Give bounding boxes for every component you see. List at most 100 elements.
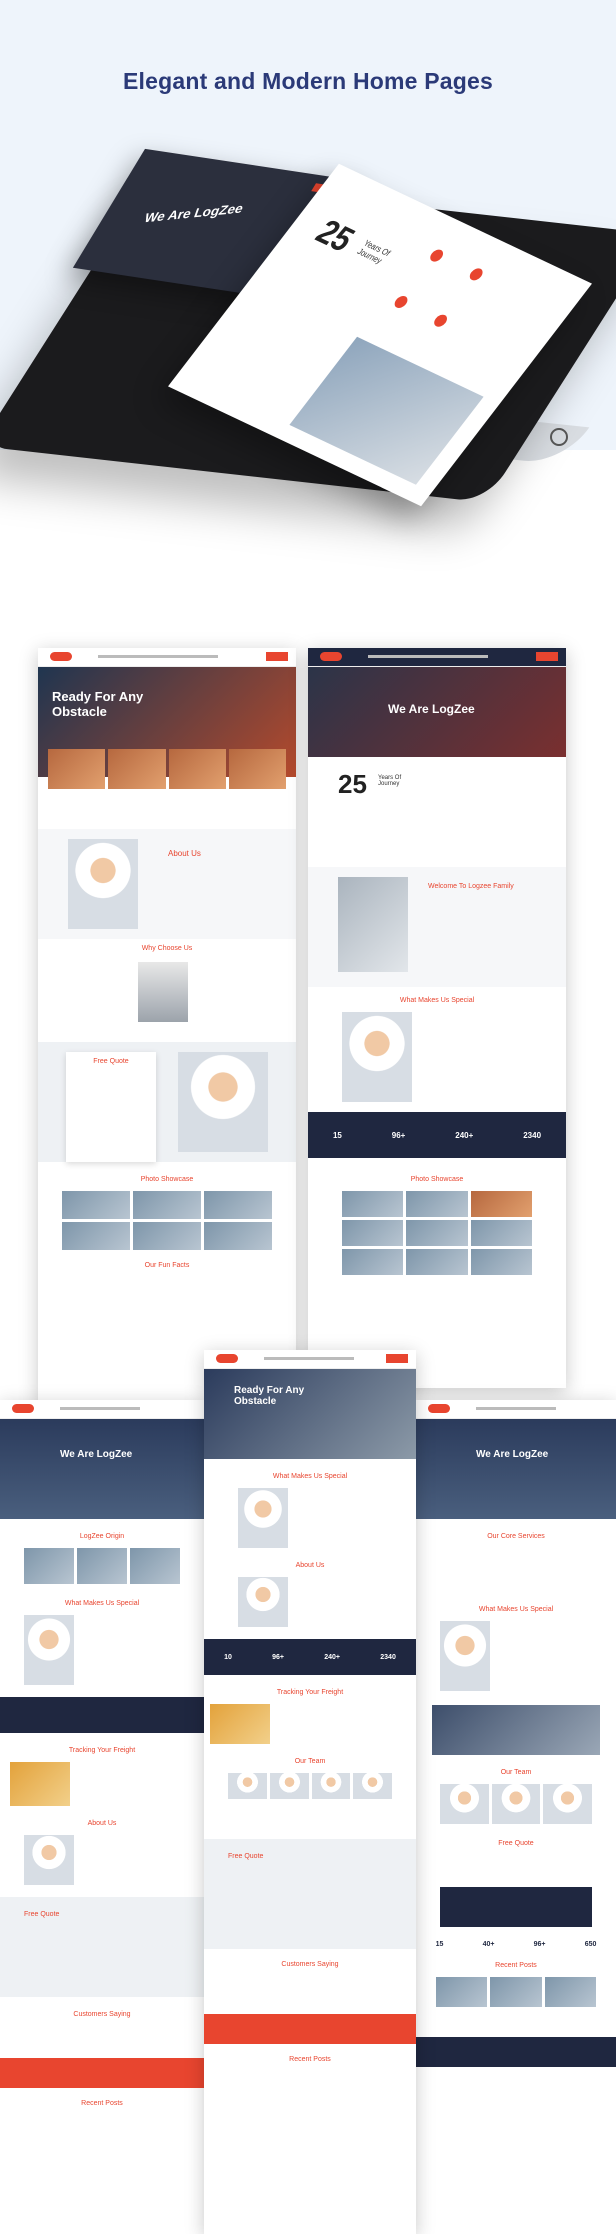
why-title: Why Choose Us	[141, 945, 193, 952]
forklift-image	[10, 1762, 70, 1806]
stats-row: 15 40+ 96+ 650	[416, 1941, 616, 1948]
quote-button	[536, 652, 558, 661]
about-title: About Us	[87, 1820, 117, 1827]
site-header	[308, 648, 566, 667]
hero-title: We Are LogZee	[476, 1449, 549, 1460]
team-title: Our Team	[500, 1769, 532, 1776]
testimonials-title: Customers Saying	[73, 2011, 131, 2018]
team-grid	[440, 1784, 592, 1824]
stat-value: 240+	[324, 1653, 341, 1661]
hero-title: We Are LogZee	[60, 1449, 133, 1460]
posts-grid	[436, 1977, 596, 2007]
why-section	[38, 952, 296, 1042]
hero-title: Ready For Any Obstacle	[234, 1385, 305, 1407]
service-cards	[48, 749, 286, 789]
stats-bar: 10 96+ 240+ 2340	[204, 1639, 416, 1675]
quote-title: Free Quote	[498, 1840, 534, 1847]
feature-icon	[467, 266, 486, 283]
worker-photo	[342, 1012, 412, 1102]
about-section: About Us	[38, 829, 296, 939]
manager-photo	[24, 1615, 74, 1685]
years-label: Years Of Journey	[355, 238, 393, 266]
origin-title: LogZee Origin	[79, 1533, 125, 1540]
site-header	[0, 1400, 204, 1419]
logo-icon	[428, 1404, 450, 1413]
team-title: Our Team	[294, 1758, 326, 1765]
forklift-image	[210, 1704, 270, 1744]
page-headline: Elegant and Modern Home Pages	[122, 68, 494, 94]
logo-icon	[320, 652, 342, 661]
quote-button	[266, 652, 288, 661]
services-title: Our Core Services	[487, 1533, 545, 1540]
showcase-title: Photo Showcase	[410, 1176, 464, 1183]
about-photo	[238, 1577, 288, 1627]
site-header	[416, 1400, 616, 1419]
newsletter-box	[440, 1887, 592, 1927]
facts-title: Our Fun Facts	[144, 1262, 190, 1269]
journey-section: 25 Years Of Journey	[308, 757, 566, 867]
service-card	[48, 749, 106, 789]
homepage-mock-2: We Are LogZee 25 Years Of Journey Welcom…	[308, 648, 566, 1388]
hero-section: We Are LogZee	[416, 1419, 616, 1519]
home-button-icon	[550, 428, 568, 446]
service-card	[108, 749, 166, 789]
quote-title: Free Quote	[24, 1911, 60, 1918]
logo-icon	[216, 1354, 238, 1363]
feature-icon	[392, 294, 411, 310]
feature-icon	[431, 312, 450, 329]
quote-title: Free Quote	[93, 1058, 129, 1065]
quote-form: Free Quote	[66, 1052, 156, 1162]
stat-value: 96+	[391, 1130, 406, 1140]
quote-section: Free Quote	[38, 1042, 296, 1162]
welcome-section: Welcome To Logzee Family	[308, 867, 566, 987]
quote-title: Free Quote	[228, 1853, 264, 1860]
stats-bar	[0, 1697, 204, 1733]
special-title: What Makes Us Special	[272, 1473, 348, 1480]
service-card	[168, 749, 226, 789]
stat-value: 240+	[455, 1130, 474, 1140]
stat-value: 10	[224, 1653, 232, 1661]
about-title: About Us	[168, 849, 201, 858]
showcase-title: Photo Showcase	[140, 1176, 194, 1183]
floating-page-title: We Are LogZee	[142, 200, 246, 226]
site-header	[204, 1350, 416, 1369]
stat-value: 40+	[482, 1941, 495, 1948]
quote-button	[386, 1354, 408, 1363]
nav-menu	[60, 1407, 140, 1410]
logo-icon	[12, 1404, 34, 1413]
nav-menu	[98, 655, 218, 658]
site-header	[38, 648, 296, 667]
nav-menu	[368, 655, 488, 658]
tracking-title: Tracking Your Freight	[276, 1689, 344, 1696]
truck-image	[138, 962, 188, 1022]
quote-section: Free Quote	[0, 1897, 204, 1997]
stat-value: 2340	[380, 1653, 396, 1661]
warehouse-photo	[338, 877, 408, 972]
homepage-mock-1: Ready For Any Obstacle About Us Why Choo…	[38, 648, 296, 1408]
homepage-mock-5: We Are LogZee Our Core Services What Mak…	[416, 1400, 616, 2234]
stats-bar: 15 96+ 240+ 2340	[308, 1112, 566, 1158]
homepage-mock-4: Ready For Any Obstacle What Makes Us Spe…	[204, 1350, 416, 2234]
worker-photo	[68, 839, 138, 929]
special-title: What Makes Us Special	[478, 1606, 554, 1613]
freight-image	[432, 1705, 600, 1755]
nav-menu	[476, 1407, 556, 1410]
quote-section: Free Quote	[204, 1839, 416, 1949]
footer-bar	[416, 2037, 616, 2067]
years-label: Years Of Journey	[378, 775, 402, 787]
cta-banner	[0, 2058, 204, 2088]
hero-title: Ready For Any Obstacle	[52, 689, 144, 719]
posts-title: Recent Posts	[81, 2100, 123, 2107]
stat-value: 96+	[272, 1653, 285, 1661]
feature-icon	[427, 247, 446, 264]
years-number: 25	[308, 212, 363, 259]
woman-photo	[178, 1052, 268, 1152]
logo-icon	[50, 652, 72, 661]
tracking-title: Tracking Your Freight	[68, 1747, 136, 1754]
homepage-mock-3: We Are LogZee LogZee Origin What Makes U…	[0, 1400, 204, 2234]
worker-photo	[238, 1488, 288, 1548]
team-grid	[228, 1773, 392, 1799]
posts-title: Recent Posts	[495, 1962, 537, 1969]
special-title: What Makes Us Special	[399, 997, 475, 1004]
stat-value: 2340	[523, 1130, 542, 1140]
